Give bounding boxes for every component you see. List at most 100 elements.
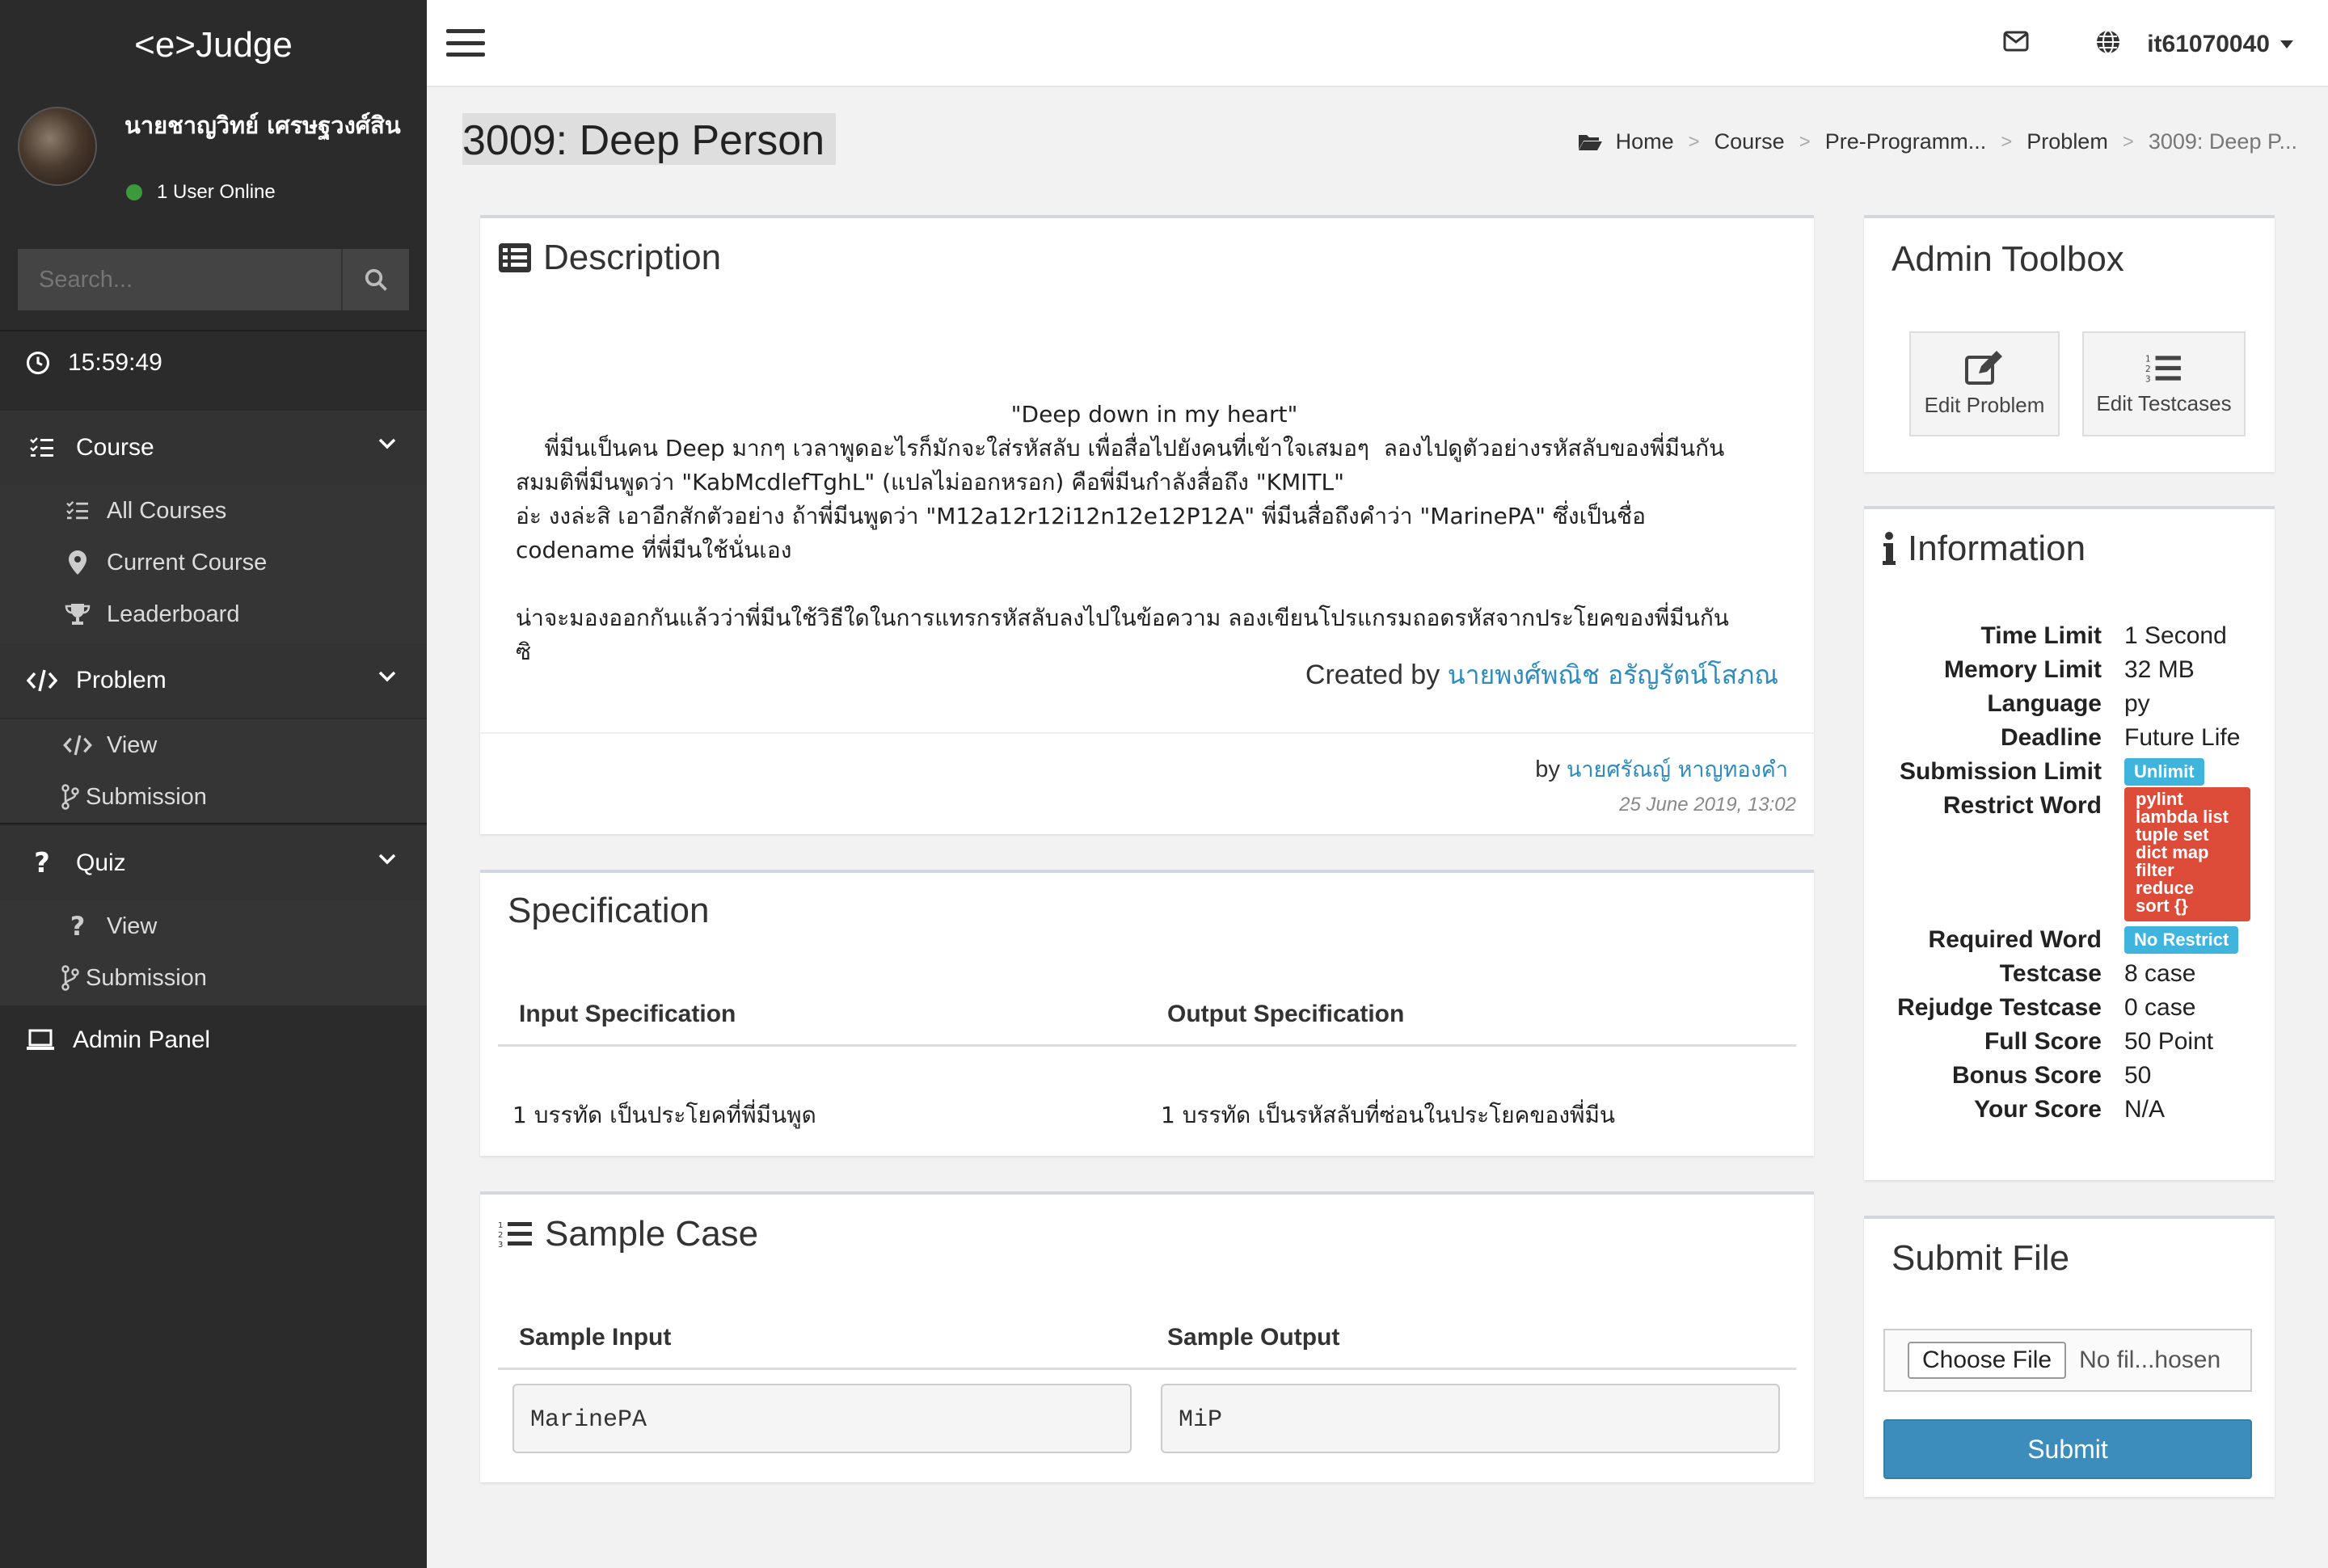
info-value: N/A: [2124, 1096, 2166, 1123]
nav-quiz-submission[interactable]: Submission: [0, 952, 427, 1004]
breadcrumb-problem[interactable]: Problem: [2026, 129, 2108, 154]
info-restrict-word: Restrict Word pylint lambda list tuple s…: [1864, 787, 2260, 929]
created-by-link[interactable]: นายพงศ์พณิช อรัญรัตน์โสภณ: [1448, 660, 1778, 690]
statement-line: อ่ะ งงล่ะสิ เอาอีกสักตัวอย่าง ถ้าพี่มีนพ…: [516, 503, 1646, 529]
file-input[interactable]: Choose File No fil...hosen: [1883, 1329, 2252, 1392]
statement-line: พี่มีนเป็นคน Deep มากๆ เวลาพูดอะไรก็มักจ…: [516, 435, 1725, 462]
svg-text:2: 2: [498, 1231, 503, 1240]
online-status: 1 User Online: [126, 181, 276, 204]
edit-icon: [1965, 350, 2002, 385]
sample-case-box: 123 Sample Case Sample Input Sample Outp…: [480, 1191, 1814, 1482]
brand-logo[interactable]: <e>Judge: [0, 0, 427, 91]
info-icon: [1883, 532, 1896, 565]
search-button[interactable]: [341, 249, 409, 310]
search-input[interactable]: [18, 249, 341, 310]
nav-all-courses[interactable]: All Courses: [0, 485, 427, 537]
table-header-line: [498, 1368, 1796, 1370]
info-testcase: Testcase 8 case: [1864, 960, 2260, 994]
sample-output-header: Sample Output: [1167, 1324, 1340, 1351]
user-panel: นายชาญวิทย์ เศรษฐวงศ์สิน 1 User Online: [18, 103, 414, 203]
author-link[interactable]: นายศรัณญ์ หาญทองคำ: [1567, 757, 1788, 782]
nav-current-course[interactable]: Current Course: [0, 537, 427, 588]
nav-admin-panel-label: Admin Panel: [73, 1026, 211, 1053]
folder-open-icon: [1578, 134, 1602, 150]
sample-input-code[interactable]: MarinePA: [512, 1384, 1132, 1453]
list-check-icon: [66, 501, 88, 520]
info-value: 1 Second: [2124, 622, 2227, 649]
edit-problem-button[interactable]: Edit Problem: [1909, 331, 2060, 436]
svg-text:3: 3: [498, 1241, 503, 1249]
info-value: 32 MB: [2124, 656, 2195, 683]
info-label: Required Word: [1928, 926, 2102, 953]
list-alt-icon: [499, 243, 531, 272]
breadcrumb-pre-programming[interactable]: Pre-Programm...: [1825, 129, 1987, 154]
divider: [480, 732, 1814, 734]
user-menu-label: it61070040: [2147, 31, 2270, 57]
info-label: Submission Limit: [1899, 758, 2102, 785]
file-status: No fil...hosen: [2079, 1347, 2221, 1373]
nav-quiz-view[interactable]: ? View: [0, 900, 427, 952]
nav-leaderboard-label: Leaderboard: [107, 601, 240, 627]
statement-line: codename ที่พี่มีนใช้นั่นเอง: [516, 537, 792, 563]
input-spec-value: 1 บรรทัด เป็นประโยคที่พี่มีนพูด: [512, 1102, 816, 1128]
info-your-score: Your Score N/A: [1864, 1096, 2260, 1130]
nav-problem-submenu: View Submission: [0, 719, 427, 823]
nav-course-label: Course: [76, 434, 154, 461]
sample-output-code[interactable]: MiP: [1161, 1384, 1780, 1453]
nav-course-submenu: All Courses Current Course Leaderboard: [0, 485, 427, 643]
globe-icon[interactable]: [2095, 29, 2121, 55]
caret-down-icon: [2280, 40, 2293, 48]
nav-admin-panel[interactable]: Admin Panel: [26, 1026, 210, 1054]
nav-current-course-label: Current Course: [107, 549, 268, 575]
required-word-badge: No Restrict: [2124, 926, 2239, 954]
nav-course[interactable]: Course: [0, 411, 427, 485]
restrict-word: sort {}: [2136, 896, 2188, 916]
sample-case-title-text: Sample Case: [545, 1214, 759, 1254]
hamburger-menu-icon[interactable]: [446, 29, 485, 57]
created-by: Created by นายพงศ์พณิช อรัญรัตน์โสภณ: [1305, 655, 1778, 696]
chevron-down-icon: [378, 438, 396, 449]
user-menu[interactable]: it61070040: [2147, 31, 2294, 58]
description-title: Description: [498, 238, 721, 278]
breadcrumb-course[interactable]: Course: [1714, 129, 1785, 154]
info-value: Future Life: [2124, 724, 2241, 751]
nav-quiz[interactable]: ? Quiz: [0, 826, 427, 900]
chevron-down-icon: [378, 671, 396, 682]
avatar: [18, 107, 97, 186]
info-required-word: Required Word No Restrict: [1864, 926, 2260, 960]
info-language: Language py: [1864, 690, 2260, 724]
envelope-icon[interactable]: [2003, 31, 2029, 52]
edit-problem-label: Edit Problem: [1924, 392, 2045, 417]
nav-all-courses-label: All Courses: [107, 497, 227, 524]
restrict-word: lambda list: [2136, 807, 2229, 827]
information-box: Information Time Limit 1 Second Memory Li…: [1864, 506, 2275, 1180]
top-navbar: it61070040: [427, 0, 2328, 87]
breadcrumb-home[interactable]: Home: [1616, 129, 1674, 154]
nav-problem-view[interactable]: View: [0, 719, 427, 771]
code-icon: [63, 735, 92, 756]
breadcrumb-separator: >: [2122, 130, 2134, 153]
info-label: Testcase: [1999, 960, 2102, 987]
user-name: นายชาญวิทย์ เศรษฐวงศ์สิน: [124, 112, 401, 139]
nav-quiz-submenu: ? View Submission: [0, 900, 427, 1005]
sample-input-header: Sample Input: [519, 1324, 672, 1351]
nav-problem-submission[interactable]: Submission: [0, 771, 427, 823]
submit-button[interactable]: Submit: [1883, 1419, 2252, 1479]
choose-file-button[interactable]: Choose File: [1908, 1342, 2067, 1379]
nav-problem[interactable]: Problem: [0, 643, 427, 718]
restrict-word: filter: [2136, 860, 2174, 880]
output-spec-value: 1 บรรทัด เป็นรหัสลับที่ซ่อนในประโยคของพี…: [1161, 1102, 1616, 1128]
nav-quiz-submission-label: Submission: [86, 964, 207, 991]
svg-text:3: 3: [2145, 374, 2151, 384]
edit-testcases-button[interactable]: 123 Edit Testcases: [2082, 331, 2246, 436]
info-label: Restrict Word: [1942, 792, 2102, 819]
svg-text:2: 2: [2145, 365, 2151, 374]
restrict-word-badge: pylint lambda list tuple set dict map fi…: [2124, 787, 2250, 921]
specification-title: Specification: [508, 891, 710, 930]
search-icon: [365, 268, 387, 291]
nav-leaderboard[interactable]: Leaderboard: [0, 588, 427, 640]
info-deadline: Deadline Future Life: [1864, 724, 2260, 758]
info-value: 8 case: [2124, 960, 2196, 987]
info-time-limit: Time Limit 1 Second: [1864, 622, 2260, 656]
admin-toolbox-box: Admin Toolbox Edit Problem 123 Edit Test…: [1864, 215, 2275, 472]
